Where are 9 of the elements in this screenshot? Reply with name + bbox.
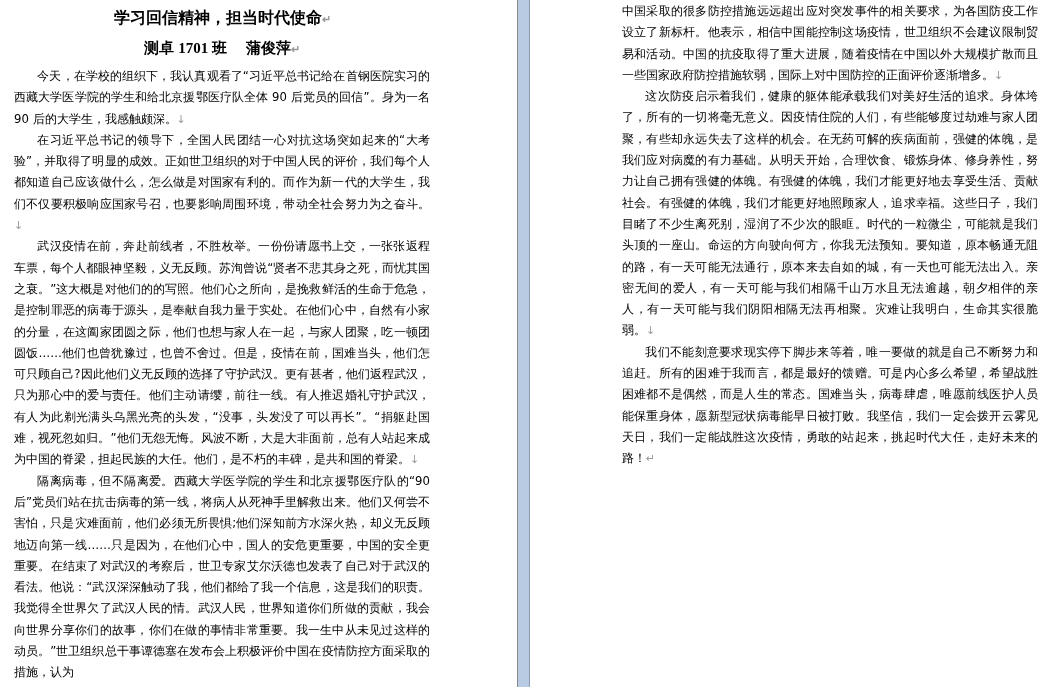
paragraph: 这次防疫启示着我们，健康的躯体能承载我们对美好生活的追求。身体垮了，所有的一切将毫无意义。因疫情住院的人们，有些能够度过劫难与家人团聚，有些却永远失去了这样的机会。在无药可解的疾病面前，强健的体魄，是我们应对病魔的有力基础。从明天开始，合理饮食、锻炼身体、修身养性，努力让自己拥有强健的体魄。有强健的体魄，我们才能更好地去享受生活、贡献社会。有强健的体魄，我们才能更好地照顾家人，追求幸福。这些日子，我们目睹了不少生离死别，湿润了不少次的眼眶。时代的一粒微尘，可能就是我们头顶的一座山。命运的方向驶向何方，你我无法预知。要知道，原本畅通无阻的路，有一天可能无法通行，原本来去自如的城，有一天也可能无法出入。亲密无间的爱人，有一天可能与我们相隔千山万水且无法逾越，朝夕相伴的亲人，有一天可能与我们阴阳相隔无法再相聚。灾难让我明白，生命其实很脆弱。↓ [622, 88, 1038, 340]
paragraph: 我们不能刻意要求现实停下脚步来等着，唯一要做的就是自己不断努力和追赶。所有的困难于我而言，都是最好的馈赠。可是内心多么希望，希望战胜困难都不是偶然，而是人生的常态。国难当头，病毒肆虐，唯愿前线医护人员能保重身体，愿新型冠状病毒能早日被打败。我坚信，我们一定会拨开云雾见天日，我们一定能战胜这次疫情，勇敢的站起来，挑起时代大任，走好未来的路！↵ [622, 343, 1038, 468]
paragraph: 中国采取的很多防控措施远远超出应对突发事件的相关要求，为各国防疫工作设立了新标杆。他表示，相信中国能控制这场疫情，世卫组织不会建议限制贸易和活动。中国的抗疫取得了重大进展，随着疫情在中国以外大规模扩散而且一些国家政府防控措施软弱，国际上对中国防控的正面评价逐渐增多。↓ [622, 3, 1038, 84]
paragraph: 隔离病毒，但不隔离爱。西藏大学医学院的学生和北京援鄂医疗队的“90后”党员们站在抗击病毒的第一线，将病人从死神手里解救出来。他们又何尝不害怕，只是灾难面前，他们必须无所畏惧;他们深知前方水深火热，却义无反顾地迈向第一线……只是因为，在他们心中，国人的安危更重要，中国的安全更重要。在结束了对武汉的考察后，世卫专家艾尔沃德也发表了自己对于武汉的看法。他说：“武汉深深触动了我，他们都给了我一个信息，这是我们的职责。我觉得全世界欠了武汉人民的情。武汉人民，世界知道你们所做的贡献，我会向世界分享你们的故事，你们在做的事情非常重要。我一生中从未见过这样的动员。”世卫组织总干事谭德塞在发布会上积极评价中国在疫情防控方面采取的措施，认为 [14, 472, 430, 682]
author-line: 测卓 1701 班 蒲俊萍↵ [143, 39, 301, 58]
paragraph: 在习近平总书记的领导下，全国人民团结一心对抗这场突如起来的“大考验”，并取得了明显的成效。正如世卫组织的对于中国人民的评价，我们每个人都知道自己应该做什么，怎么做是对国家有利的。而作为新一代的大学生，我们不仅要积极响应国家号召，也要影响周围环境，带动全社会努力为之奋斗。 ↓ [14, 131, 430, 235]
document-title: 学习回信精神，担当时代使命↵ [112, 8, 332, 28]
paragraph: 今天，在学校的组织下，我认真观看了“习近平总书记给在首钢医院实习的西藏大学医学院的学生和给北京援鄂医疗队全体 90 后党员的回信”。身为一名 90 后的大学生，我感触颇深。↓ [14, 68, 430, 128]
paragraph: 武汉疫情在前，奔赴前线者，不胜枚举。一份份请愿书上交，一张张返程车票，每个人都眼神坚毅，义无反顾。苏洵曾说“贤者不悲其身之死，而忧其国之衰。”这大概是对他们的的写照。他们心之所向，是挽救鲜活的生命于危急，是控制罪恶的病毒于源头，是奉献自我力量于实处。在他们心中，自然有小家的分量，在这阖家团圆之际，他们也想与家人在一起，与家人团聚，吃一顿团圆饭……他们也曾犹豫过，也曾不舍过。但是，疫情在前，国难当头，他们怎可只顾自己?因此他们义无反顾的选择了守护武汉。更有甚者，他们返程武汉，只为那心中的爱与责任。他们主动请缨，前往一线。有人推迟婚礼守护武汉，有人为此剃光满头乌黑光亮的头发，“没事，头发没了可以再长”。“捐躯赴国难，视死忽如归。”他们无怨无悔。风波不断，大是大非面前，总有人站起来成为中国的脊梁，担起民族的大任。他们，是不朽的丰碑，是共和国的脊梁。↓ [14, 238, 430, 469]
